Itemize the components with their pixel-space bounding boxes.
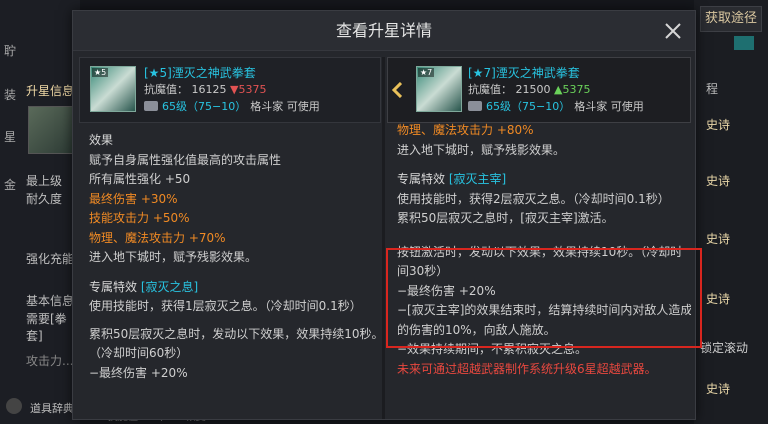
effect-line: 间30秒） bbox=[397, 264, 449, 278]
effect-line: −最终伤害 +20% bbox=[89, 365, 188, 380]
durability-label: 耐久度 bbox=[26, 192, 63, 206]
left-tab[interactable]: 金 bbox=[4, 178, 22, 193]
tooltip-partial: 攻击力... bbox=[26, 354, 74, 368]
item-header: ★5 [★5]湮灭之神武拳套 抗魔值： 16125 ▼5375 65级（75−1… bbox=[79, 57, 381, 123]
special-name: [寂灭之息] bbox=[140, 279, 199, 294]
effect-line: 累积50层寂灭之息时，[寂灭主宰]激活。 bbox=[397, 211, 614, 225]
epic-label: 史诗 bbox=[706, 232, 731, 246]
effect-line: 按钮激活时，发动以下效果，效果持续10秒。（冷却时 bbox=[397, 244, 683, 259]
left-tab[interactable]: 星 bbox=[4, 130, 22, 145]
upgrade-detail-dialog: 查看升星详情 ★5 [★5]湮灭之神武拳套 抗魔值： 16125 ▼5375 6… bbox=[72, 10, 696, 420]
special-header-label: 专属特效 bbox=[89, 279, 138, 294]
epic-label: 史诗 bbox=[706, 292, 731, 306]
epic-label: 史诗 bbox=[706, 118, 731, 132]
teal-strip bbox=[734, 36, 754, 50]
item-level: 65级（75−10） 格斗家 可使用 bbox=[144, 98, 320, 114]
upgraded-item-panel: ★7 [★7]湮灭之神武拳套 抗魔值： 21500 ▲5375 65级（75−1… bbox=[387, 57, 691, 419]
close-icon[interactable] bbox=[663, 21, 683, 41]
effect-list: 效果 赋予自身属性强化值最高的攻击属性 所有属性强化 +50 最终伤害 +30%… bbox=[79, 123, 381, 383]
item-bag-label[interactable]: 道具辞典 bbox=[30, 400, 74, 416]
left-tab[interactable]: 装 bbox=[4, 88, 22, 103]
chevron-left-icon bbox=[392, 82, 402, 98]
stat-delta: 5375 bbox=[238, 83, 267, 96]
stat-value: 16125 bbox=[191, 83, 227, 96]
get-route-button[interactable]: 获取途径 bbox=[700, 6, 762, 32]
special-name: [寂灭主宰] bbox=[448, 172, 507, 186]
special-effect-header: 专属特效 [寂灭之息] bbox=[89, 278, 375, 298]
background-left-panel: 聍 装 星 金 升星信息 最上级 耐久度 强化充能 基本信息 需要[拳套] 攻击… bbox=[0, 0, 80, 424]
effect-line: （冷却时间60秒） bbox=[89, 346, 189, 360]
level-text: 65级（75−10） bbox=[486, 100, 571, 113]
effect-note: 未来可通过超越武器制作系统升级6星超越武器。 bbox=[397, 361, 657, 376]
star-tag: ★5 bbox=[92, 68, 109, 77]
job-text: 格斗家 可使用 bbox=[574, 100, 644, 113]
stat-value: 21500 bbox=[515, 83, 551, 96]
left-tab[interactable]: 聍 bbox=[4, 44, 22, 59]
base-info-label: 基本信息 bbox=[26, 294, 75, 308]
star-tag: ★7 bbox=[418, 68, 435, 77]
level-icon bbox=[144, 101, 158, 111]
current-item-panel: ★5 [★5]湮灭之神武拳套 抗魔值： 16125 ▼5375 65级（75−1… bbox=[79, 57, 381, 419]
effect-header: 效果 bbox=[89, 133, 114, 147]
effect-line: 最终伤害 +30% bbox=[89, 191, 178, 206]
effect-line: 所有属性强化 +50 bbox=[89, 172, 191, 186]
effect-line: 进入地下城时，赋予残影效果。 bbox=[89, 250, 258, 264]
level-text: 65级（75−10） bbox=[162, 100, 247, 113]
upgrade-info-label: 升星信息 bbox=[26, 84, 75, 98]
enhance-label: 强化充能 bbox=[26, 252, 75, 266]
special-effect-header: 专属特效 [寂灭主宰] bbox=[397, 170, 685, 190]
partial-label: 程 bbox=[706, 82, 719, 96]
item-stat: 抗魔值： 16125 ▼5375 bbox=[144, 81, 266, 97]
epic-label: 史诗 bbox=[706, 382, 731, 396]
item-name: [★7]湮灭之神武拳套 bbox=[468, 66, 580, 80]
effect-line: 物理、魔法攻击力 +70% bbox=[89, 230, 226, 245]
effect-list: 物理、魔法攻击力 +80% 进入地下城时，赋予残影效果。 专属特效 [寂灭主宰]… bbox=[387, 113, 691, 379]
top-level-label: 最上级 bbox=[26, 174, 63, 188]
item-level: 65级（75−10） 格斗家 可使用 bbox=[468, 98, 644, 114]
stat-label: 抗魔值： bbox=[144, 83, 188, 96]
dialog-title: 查看升星详情 bbox=[73, 11, 695, 51]
special-header-label: 专属特效 bbox=[397, 172, 446, 186]
level-icon bbox=[468, 101, 482, 111]
effect-line: 赋予自身属性强化值最高的攻击属性 bbox=[89, 152, 282, 167]
item-icon: ★7 bbox=[416, 66, 462, 112]
effect-line: −效果持续期间，不累积寂灭之息。 bbox=[397, 342, 588, 356]
effect-line: 物理、魔法攻击力 +80% bbox=[397, 123, 534, 137]
lock-scroll-label[interactable]: 锁定滚动 bbox=[700, 339, 748, 356]
item-header: ★7 [★7]湮灭之神武拳套 抗魔值： 21500 ▲5375 65级（75−1… bbox=[387, 57, 691, 123]
effect-line: 的伤害的10%，向敌人施放。 bbox=[397, 322, 556, 337]
effect-line: −[寂灭主宰]的效果结束时，结算持续时间内对敌人造成 bbox=[397, 303, 691, 317]
stat-label: 抗魔值： bbox=[468, 83, 512, 96]
effect-line: 技能攻击力 +50% bbox=[89, 211, 190, 225]
effect-line: 进入地下城时，赋予残影效果。 bbox=[397, 142, 566, 157]
settings-icon[interactable] bbox=[6, 398, 22, 414]
divider bbox=[382, 57, 385, 419]
epic-label: 史诗 bbox=[706, 174, 731, 188]
item-thumbnail bbox=[28, 106, 76, 154]
effect-line: −最终伤害 +20% bbox=[397, 283, 496, 298]
effect-line: 使用技能时，获得1层寂灭之息。（冷却时间0.1秒） bbox=[89, 299, 362, 313]
item-icon: ★5 bbox=[90, 66, 136, 112]
background-right-panel bbox=[694, 0, 768, 424]
item-stat: 抗魔值： 21500 ▲5375 bbox=[468, 81, 590, 97]
effect-line: 累积50层寂灭之息时，发动以下效果，效果持续10秒。 bbox=[89, 326, 381, 341]
item-name: [★5]湮灭之神武拳套 bbox=[144, 66, 256, 80]
effect-line: 使用技能时，获得2层寂灭之息。（冷却时间0.1秒） bbox=[397, 191, 670, 206]
job-text: 格斗家 可使用 bbox=[250, 100, 320, 113]
stat-delta: 5375 bbox=[562, 83, 591, 96]
